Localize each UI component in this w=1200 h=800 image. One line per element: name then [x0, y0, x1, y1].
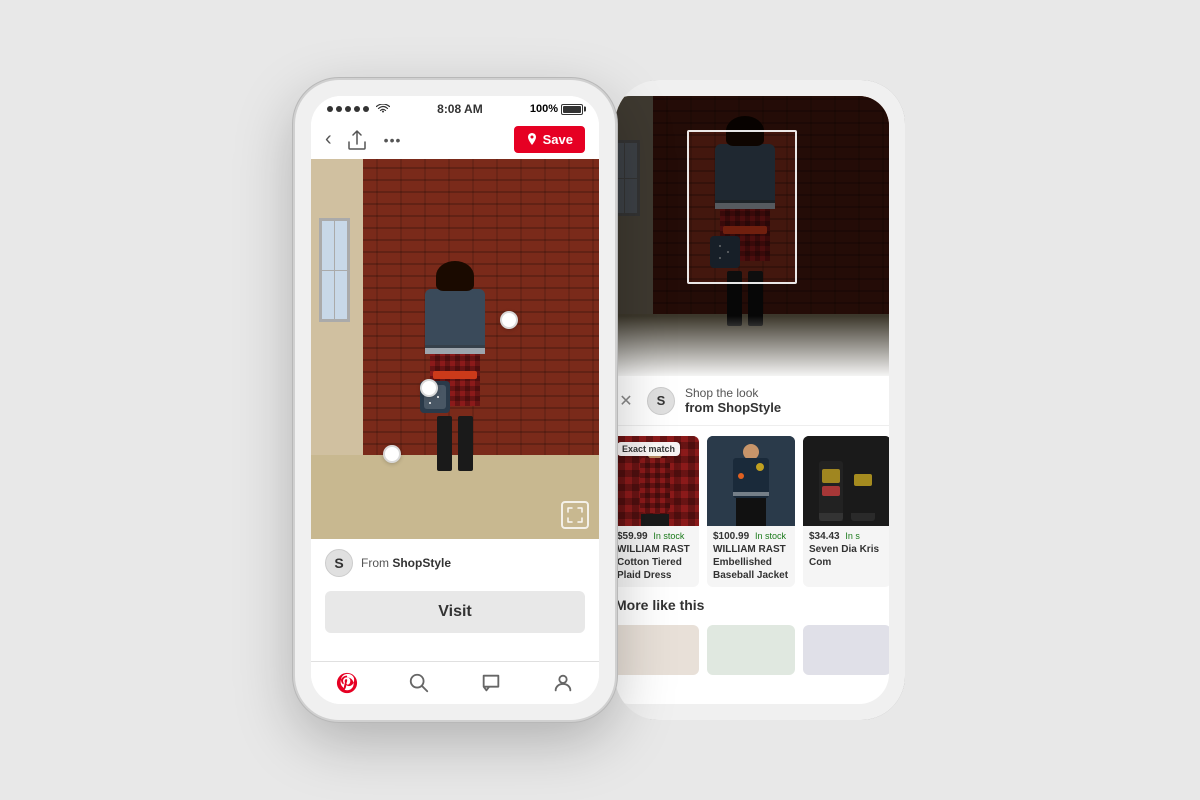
bottom-nav: [311, 661, 599, 704]
more-title: More like this: [615, 597, 875, 613]
more-items-row: [601, 617, 889, 683]
person-figure: [415, 261, 495, 471]
search-icon: [408, 672, 430, 694]
back-button[interactable]: ‹: [325, 128, 332, 151]
product-name-1: WILLIAM RAST Cotton Tiered Plaid Dress: [617, 543, 693, 582]
battery-bar: [561, 104, 583, 115]
phone-left-screen: 8:08 AM 100% ‹ •••: [311, 96, 599, 704]
expand-icon[interactable]: [561, 501, 589, 529]
main-fashion-image: [311, 159, 599, 539]
nav-search[interactable]: [408, 672, 430, 694]
pin-icon: [526, 133, 538, 147]
shop-title-brand: from ShopStyle: [685, 400, 875, 415]
more-section: More like this: [601, 587, 889, 617]
signal-dot-1: [327, 106, 333, 112]
product-card-2[interactable]: $100.99 In stock WILLIAM RAST Embellishe…: [707, 436, 795, 587]
product-image-1: Exact match: [611, 436, 699, 526]
product-info-3: $34.43 In s Seven Dia Kris Com: [803, 526, 889, 574]
signal-dot-2: [336, 106, 342, 112]
window: [319, 218, 350, 322]
exact-match-badge: Exact match: [617, 442, 680, 456]
source-avatar: S: [325, 549, 353, 577]
shop-header: ✕ S Shop the look from ShopStyle: [601, 376, 889, 426]
battery-fill: [563, 106, 581, 113]
nav-home[interactable]: [336, 672, 358, 694]
phone-right: ✕ S Shop the look from ShopStyle: [585, 80, 905, 720]
shop-title-block: Shop the look from ShopStyle: [685, 386, 875, 415]
status-time-left: 8:08 AM: [437, 102, 483, 116]
hotspot-dot-3[interactable]: [383, 445, 401, 463]
door-wall: [311, 159, 363, 455]
nav-profile[interactable]: [552, 672, 574, 694]
product-info-1: $59.99 In stock WILLIAM RAST Cotton Tier…: [611, 526, 699, 587]
wifi-icon: [376, 104, 390, 114]
pinterest-icon: [336, 672, 358, 694]
source-info: S From ShopStyle: [311, 539, 599, 587]
product-image-3: [803, 436, 889, 526]
more-item-placeholder-1: [611, 625, 699, 675]
shop-title-main: Shop the look: [685, 386, 875, 400]
product-name-2: WILLIAM RAST Embellished Baseball Jacket: [713, 543, 789, 582]
status-bar-left: 8:08 AM 100%: [311, 96, 599, 120]
phone-left: 8:08 AM 100% ‹ •••: [295, 80, 615, 720]
close-button[interactable]: ✕: [615, 390, 637, 412]
product-price-1: $59.99 In stock: [617, 531, 693, 542]
nav-chat[interactable]: [480, 672, 502, 694]
product-image-2: [707, 436, 795, 526]
shop-source-avatar: S: [647, 387, 675, 415]
nav-bar-left: ‹ ••• Save: [311, 120, 599, 159]
product-price-3: $34.43 In s: [809, 531, 885, 542]
status-battery: 100%: [530, 103, 583, 115]
more-button[interactable]: •••: [384, 132, 402, 148]
product-card-3[interactable]: $34.43 In s Seven Dia Kris Com: [803, 436, 889, 587]
signal-dot-3: [345, 106, 351, 112]
product-card-1[interactable]: Exact match $59.99 In stock WILLIAM RAST…: [611, 436, 699, 587]
phone-right-screen: ✕ S Shop the look from ShopStyle: [601, 96, 889, 704]
phones-container: 8:08 AM 100% ‹ •••: [295, 80, 905, 720]
visit-button[interactable]: Visit: [325, 591, 585, 633]
signal-dot-5: [363, 106, 369, 112]
profile-icon: [552, 672, 574, 694]
more-item-placeholder-2: [707, 625, 795, 675]
source-text: From ShopStyle: [361, 556, 451, 570]
signal-dot-4: [354, 106, 360, 112]
products-row: Exact match $59.99 In stock WILLIAM RAST…: [601, 426, 889, 587]
image-fade: [601, 316, 889, 376]
product-info-2: $100.99 In stock WILLIAM RAST Embellishe…: [707, 526, 795, 587]
right-phone-image: [601, 96, 889, 376]
chat-icon: [480, 672, 502, 694]
more-item-placeholder-3: [803, 625, 889, 675]
share-icon[interactable]: [348, 130, 366, 150]
save-button[interactable]: Save: [514, 126, 585, 153]
fashion-scene: [311, 159, 599, 539]
selection-box: [687, 130, 796, 284]
product-name-3: Seven Dia Kris Com: [809, 543, 885, 569]
product-price-2: $100.99 In stock: [713, 531, 789, 542]
expand-corners-icon: [567, 507, 583, 523]
